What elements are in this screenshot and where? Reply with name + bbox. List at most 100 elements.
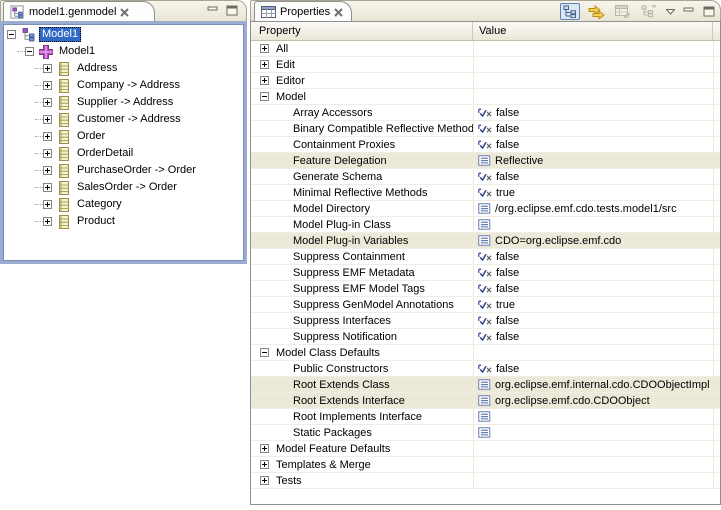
show-advanced-properties-button[interactable]: [586, 3, 606, 20]
property-category-tests[interactable]: Tests: [251, 473, 720, 489]
property-value-cell[interactable]: false: [473, 265, 713, 280]
tree-item-salesorder-order[interactable]: SalesOrder -> Order: [3, 179, 244, 196]
property-row-model-plug-in-variables[interactable]: Model Plug-in Variables CDO=org.eclipse.…: [251, 233, 720, 249]
expand-icon[interactable]: [43, 183, 52, 192]
collapse-icon[interactable]: [260, 92, 269, 101]
property-value-cell[interactable]: true: [473, 185, 713, 200]
property-category-model[interactable]: Model: [251, 89, 720, 105]
property-row-static-packages[interactable]: Static Packages: [251, 425, 720, 441]
property-value-cell[interactable]: /org.eclipse.emf.cdo.tests.model1/src: [473, 201, 713, 216]
view-menu-icon[interactable]: [664, 3, 676, 20]
expand-icon[interactable]: [43, 166, 52, 175]
tree-item-address[interactable]: Address: [3, 60, 244, 77]
tree-item-purchaseorder-order[interactable]: PurchaseOrder -> Order: [3, 162, 244, 179]
property-row-suppress-notification[interactable]: Suppress Notification false: [251, 329, 720, 345]
collapse-icon[interactable]: [7, 30, 16, 39]
property-value-cell[interactable]: [473, 425, 713, 440]
property-value-cell[interactable]: org.eclipse.emf.cdo.CDOObject: [473, 393, 713, 408]
expand-icon[interactable]: [43, 217, 52, 226]
property-value-cell[interactable]: false: [473, 329, 713, 344]
tree-item-company-address[interactable]: Company -> Address: [3, 77, 244, 94]
property-row-root-extends-class[interactable]: Root Extends Class org.eclipse.emf.inter…: [251, 377, 720, 393]
property-value-cell[interactable]: [473, 73, 713, 88]
tree-item-customer-address[interactable]: Customer -> Address: [3, 111, 244, 128]
property-category-editor[interactable]: Editor: [251, 73, 720, 89]
collapse-icon[interactable]: [25, 47, 34, 56]
expand-icon[interactable]: [43, 98, 52, 107]
property-value-cell[interactable]: false: [473, 281, 713, 296]
expand-icon[interactable]: [260, 476, 269, 485]
tree-item-model1-root[interactable]: Model1: [3, 26, 244, 43]
expand-icon[interactable]: [43, 64, 52, 73]
property-value-cell[interactable]: false: [473, 249, 713, 264]
property-value-cell[interactable]: [473, 441, 713, 456]
property-row-minimal-reflective-methods[interactable]: Minimal Reflective Methods true: [251, 185, 720, 201]
property-row-array-accessors[interactable]: Array Accessors false: [251, 105, 720, 121]
collapse-icon[interactable]: [260, 348, 269, 357]
property-row-model-directory[interactable]: Model Directory /org.eclipse.emf.cdo.tes…: [251, 201, 720, 217]
tree-item-order[interactable]: Order: [3, 128, 244, 145]
property-value-cell[interactable]: false: [473, 313, 713, 328]
maximize-icon[interactable]: [702, 3, 716, 20]
minimize-icon[interactable]: [682, 3, 696, 20]
expand-icon[interactable]: [260, 60, 269, 69]
property-value-cell[interactable]: Reflective: [473, 153, 713, 168]
property-value-cell[interactable]: false: [473, 105, 713, 120]
expand-icon[interactable]: [43, 132, 52, 141]
property-row-suppress-genmodel-annotations[interactable]: Suppress GenModel Annotations true: [251, 297, 720, 313]
tab-model1-genmodel[interactable]: model1.genmodel: [3, 1, 155, 22]
property-value-cell[interactable]: [473, 345, 713, 360]
expand-icon[interactable]: [43, 200, 52, 209]
property-category-model-feature-defaults[interactable]: Model Feature Defaults: [251, 441, 720, 457]
property-value-cell[interactable]: [473, 41, 713, 56]
property-value-cell[interactable]: [473, 457, 713, 472]
property-value-cell[interactable]: [473, 409, 713, 424]
property-value-cell[interactable]: false: [473, 169, 713, 184]
tree-item-model1[interactable]: Model1: [3, 43, 244, 60]
property-row-generate-schema[interactable]: Generate Schema false: [251, 169, 720, 185]
tree-item-product[interactable]: Product: [3, 213, 244, 230]
property-row-suppress-interfaces[interactable]: Suppress Interfaces false: [251, 313, 720, 329]
property-category-all[interactable]: All: [251, 41, 720, 57]
tree-item-supplier-address[interactable]: Supplier -> Address: [3, 94, 244, 111]
expand-icon[interactable]: [43, 81, 52, 90]
property-value-cell[interactable]: org.eclipse.emf.internal.cdo.CDOObjectIm…: [473, 377, 713, 392]
pin-to-selection-button-disabled[interactable]: [638, 3, 658, 20]
property-value-cell[interactable]: CDO=org.eclipse.emf.cdo: [473, 233, 713, 248]
property-value-cell[interactable]: false: [473, 137, 713, 152]
property-value-cell[interactable]: true: [473, 297, 713, 312]
property-value-cell[interactable]: [473, 89, 713, 104]
property-value-cell[interactable]: [473, 217, 713, 232]
expand-icon[interactable]: [260, 460, 269, 469]
tree-item-category[interactable]: Category: [3, 196, 244, 213]
minimize-icon[interactable]: [207, 6, 219, 16]
property-row-suppress-emf-model-tags[interactable]: Suppress EMF Model Tags false: [251, 281, 720, 297]
expand-icon[interactable]: [43, 149, 52, 158]
tab-properties[interactable]: Properties: [254, 1, 352, 22]
property-value-cell[interactable]: [473, 57, 713, 72]
property-row-suppress-emf-metadata[interactable]: Suppress EMF Metadata false: [251, 265, 720, 281]
property-value-cell[interactable]: [473, 473, 713, 488]
property-row-feature-delegation[interactable]: Feature Delegation Reflective: [251, 153, 720, 169]
property-row-containment-proxies[interactable]: Containment Proxies false: [251, 137, 720, 153]
property-row-model-plug-in-class[interactable]: Model Plug-in Class: [251, 217, 720, 233]
close-icon[interactable]: [120, 8, 129, 17]
property-value-cell[interactable]: false: [473, 361, 713, 376]
property-row-public-constructors[interactable]: Public Constructors false: [251, 361, 720, 377]
maximize-icon[interactable]: [226, 5, 238, 16]
property-row-root-implements-interface[interactable]: Root Implements Interface: [251, 409, 720, 425]
expand-icon[interactable]: [43, 115, 52, 124]
expand-icon[interactable]: [260, 444, 269, 453]
property-row-root-extends-interface[interactable]: Root Extends Interface org.eclipse.emf.c…: [251, 393, 720, 409]
expand-icon[interactable]: [260, 44, 269, 53]
property-row-suppress-containment[interactable]: Suppress Containment false: [251, 249, 720, 265]
property-category-edit[interactable]: Edit: [251, 57, 720, 73]
restore-default-value-button-disabled[interactable]: [612, 3, 632, 20]
show-categories-button[interactable]: [560, 3, 580, 20]
tree-item-orderdetail[interactable]: OrderDetail: [3, 145, 244, 162]
property-category-model-class-defaults[interactable]: Model Class Defaults: [251, 345, 720, 361]
expand-icon[interactable]: [260, 76, 269, 85]
close-icon[interactable]: [334, 8, 343, 17]
property-row-binary-compatible-reflective-methods[interactable]: Binary Compatible Reflective Methods fal…: [251, 121, 720, 137]
property-category-templates-merge[interactable]: Templates & Merge: [251, 457, 720, 473]
